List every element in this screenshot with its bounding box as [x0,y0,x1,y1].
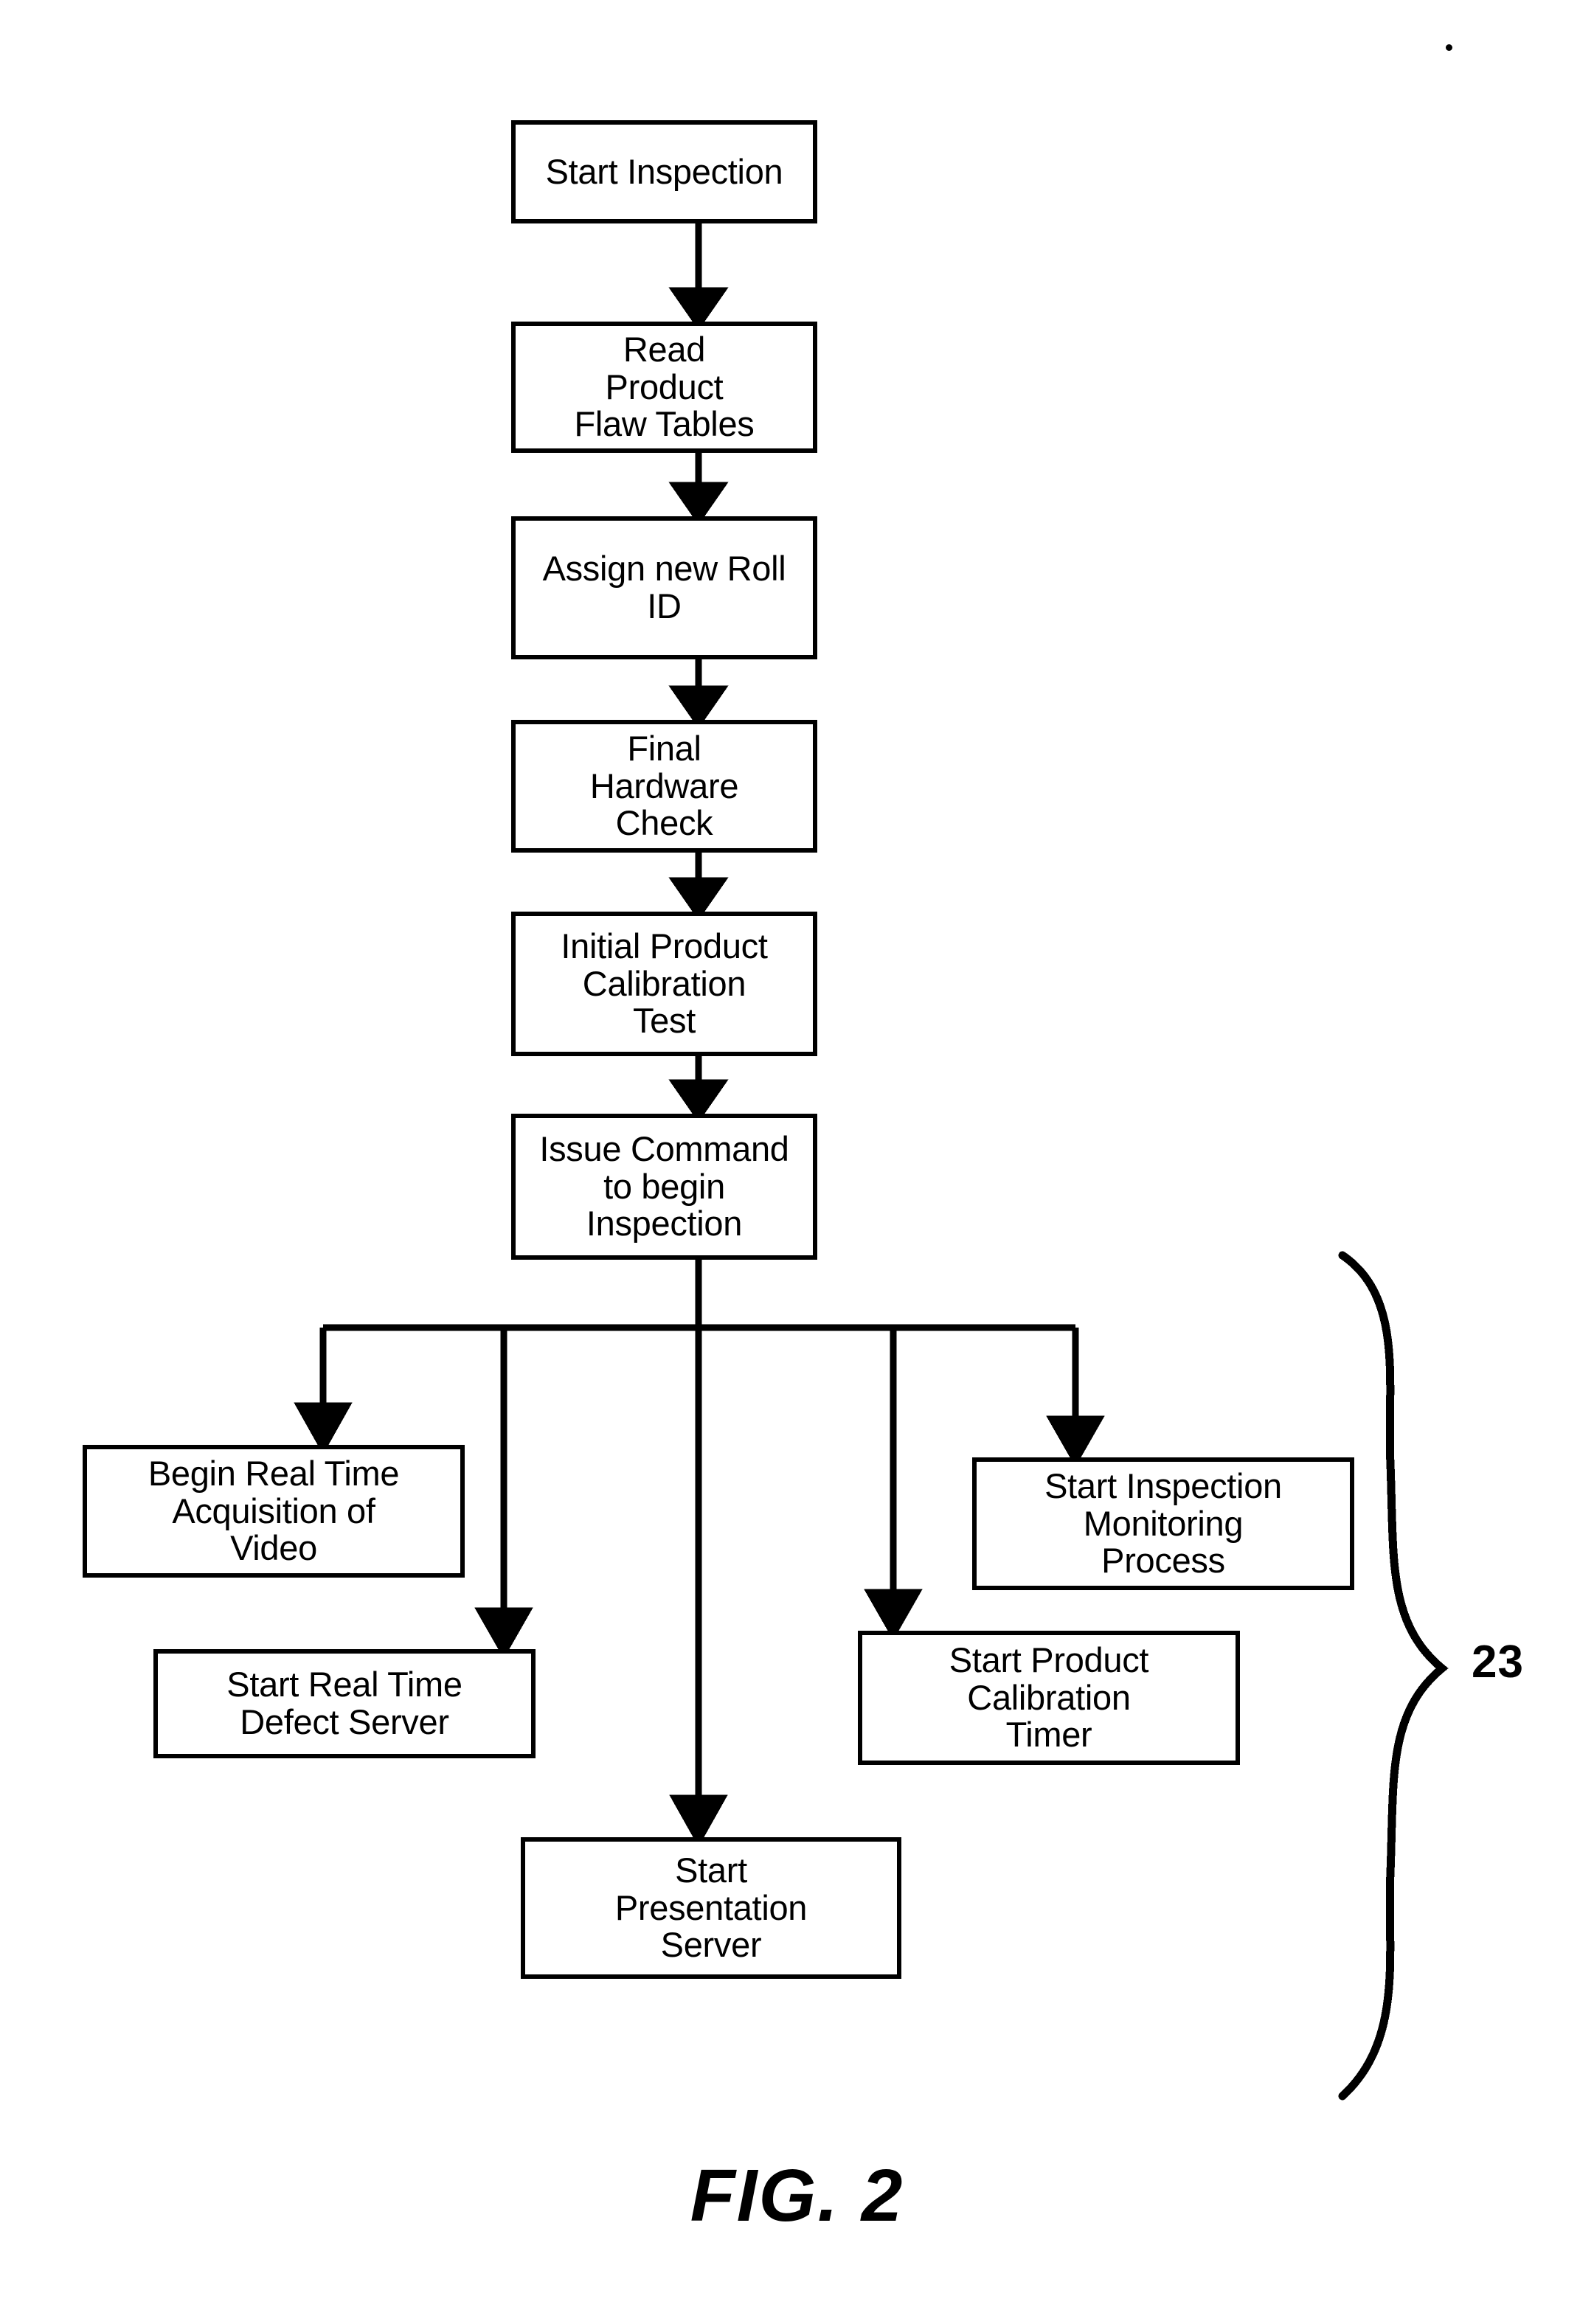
node-label: Start Product Calibration Timer [949,1640,1149,1755]
group-brace [1338,1251,1449,2101]
arrowhead-calibration [668,877,729,920]
arrowhead-acquisition [294,1402,353,1455]
node-begin-real-time-acquisition-of-video[interactable]: Begin Real Time Acquisition of Video [83,1445,465,1578]
arrowhead-presentation [669,1794,728,1848]
node-label: Start Inspection [545,151,783,191]
reference-numeral-23: 23 [1472,1637,1524,1687]
node-assign-new-roll-id[interactable]: Assign new Roll ID [511,516,817,659]
node-label: Start Presentation Server [614,1850,808,1965]
figure-caption: FIG. 2 [690,2154,904,2237]
node-initial-product-calibration-test[interactable]: Initial Product Calibration Test [511,912,817,1056]
arrowhead-read [668,287,729,330]
node-read-product-flaw-tables[interactable]: Read Product Flaw Tables [511,322,817,453]
node-label: Issue Command to begin Inspection [539,1128,789,1243]
node-start-real-time-defect-server[interactable]: Start Real Time Defect Server [153,1649,536,1758]
node-label: Assign new Roll ID [542,549,786,625]
node-start-inspection[interactable]: Start Inspection [511,120,817,223]
scan-artifact-speck [1446,44,1452,51]
node-final-hardware-check[interactable]: Final Hardware Check [511,720,817,853]
node-label: Final Hardware Check [589,728,739,843]
node-start-presentation-server[interactable]: Start Presentation Server [521,1837,901,1979]
arrowhead-defect-server [474,1607,533,1659]
arrowhead-issue [668,1079,729,1123]
arrowhead-hardware [668,685,729,729]
node-issue-command-to-begin-inspection[interactable]: Issue Command to begin Inspection [511,1114,817,1260]
node-label: Initial Product Calibration Test [561,926,768,1041]
node-label: Read Product Flaw Tables [574,329,755,444]
node-start-inspection-monitoring-process[interactable]: Start Inspection Monitoring Process [972,1457,1354,1590]
arrowhead-calibration-timer [864,1589,923,1641]
node-label: Start Inspection Monitoring Process [1044,1465,1282,1581]
arrowhead-monitoring [1046,1415,1105,1468]
node-start-product-calibration-timer[interactable]: Start Product Calibration Timer [858,1631,1240,1765]
arrowhead-assign [668,482,729,525]
figure-page: Start Inspection Read Product Flaw Table… [0,0,1594,2324]
node-label: Begin Real Time Acquisition of Video [148,1453,400,1568]
node-label: Start Real Time Defect Server [226,1665,462,1741]
